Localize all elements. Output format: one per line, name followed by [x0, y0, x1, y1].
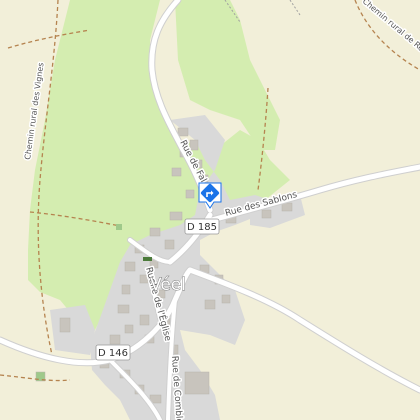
svg-text:D 185: D 185 — [187, 222, 217, 233]
place-label-veel: Véel — [150, 275, 186, 295]
poi-church-icon — [143, 257, 152, 261]
poi-marker-small — [116, 224, 122, 230]
svg-text:D 146: D 146 — [98, 348, 128, 359]
map-canvas[interactable]: Rue de Fal Rue des Sablons Ruelle de l'É… — [0, 0, 420, 420]
route-shield-d146: D 146 — [95, 344, 131, 361]
map-view[interactable]: Rue de Fal Rue des Sablons Ruelle de l'É… — [0, 0, 420, 420]
route-shield-d185: D 185 — [184, 218, 220, 235]
